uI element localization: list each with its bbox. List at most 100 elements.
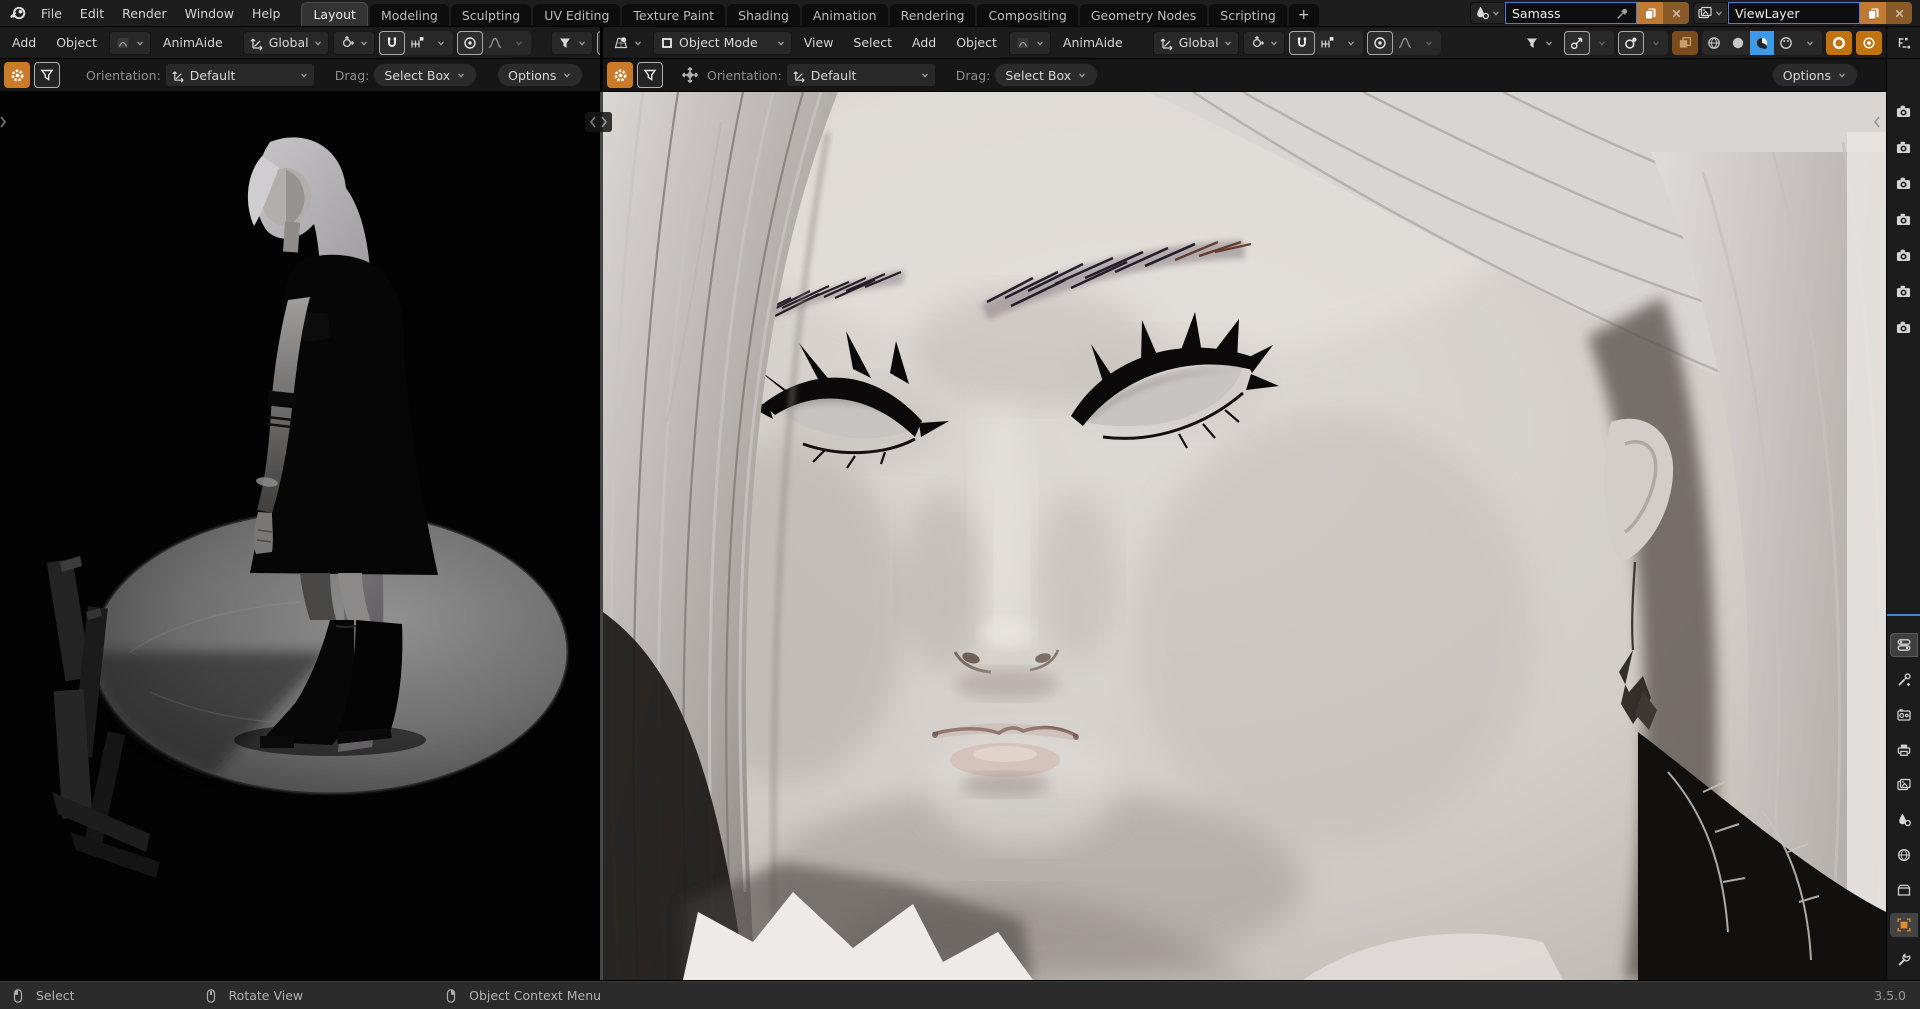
active-tool-button[interactable] bbox=[4, 62, 30, 88]
drag-mode-dropdown[interactable]: Select Box bbox=[373, 63, 478, 87]
delete-view-layer-button[interactable] bbox=[1886, 2, 1912, 24]
snap-toggle[interactable] bbox=[1288, 30, 1315, 55]
menu-animaide[interactable]: AnimAide bbox=[1055, 35, 1131, 50]
menu-add[interactable]: Add bbox=[904, 35, 944, 50]
drag-mode-dropdown[interactable]: Select Box bbox=[994, 63, 1099, 87]
snap-with-button[interactable] bbox=[1315, 31, 1339, 55]
tab-shading[interactable]: Shading bbox=[727, 4, 800, 26]
tab-sculpting[interactable]: Sculpting bbox=[450, 4, 532, 26]
snap-toggle[interactable] bbox=[378, 30, 405, 55]
camera-icon[interactable] bbox=[1895, 103, 1912, 120]
transform-orientation-dropdown[interactable]: Global bbox=[1152, 30, 1239, 55]
camera-icon[interactable] bbox=[1895, 139, 1912, 156]
tab-modifier-properties[interactable] bbox=[1890, 948, 1918, 972]
snapping-dropdown[interactable] bbox=[1339, 31, 1363, 55]
orientation-dropdown[interactable]: Default bbox=[785, 63, 936, 87]
tab-world-properties[interactable] bbox=[1890, 843, 1918, 867]
new-scene-button[interactable] bbox=[1637, 2, 1663, 24]
shading-wireframe-button[interactable] bbox=[1702, 31, 1726, 55]
menu-window[interactable]: Window bbox=[176, 2, 243, 24]
camera-icon[interactable] bbox=[1895, 319, 1912, 336]
proportional-dropdown[interactable] bbox=[1417, 31, 1441, 55]
shading-dropdown[interactable] bbox=[1798, 31, 1822, 55]
camera-icon[interactable] bbox=[1895, 175, 1912, 192]
mode-dropdown[interactable]: Object Mode bbox=[653, 30, 792, 55]
snapping-dropdown[interactable] bbox=[429, 31, 453, 55]
properties-editor-type-button[interactable] bbox=[1889, 633, 1918, 657]
overlays-dropdown[interactable] bbox=[1590, 31, 1614, 55]
viewport-divider[interactable] bbox=[600, 92, 603, 980]
tool-filter-button[interactable] bbox=[34, 62, 60, 88]
tab-tool-properties[interactable] bbox=[1890, 668, 1918, 692]
editor-type-dropdown[interactable] bbox=[607, 31, 649, 55]
proportional-edit-toggle[interactable] bbox=[1366, 30, 1393, 55]
menu-object[interactable]: Object bbox=[48, 35, 105, 50]
region-collapse-toggles[interactable] bbox=[585, 112, 612, 132]
camera-icon[interactable] bbox=[1895, 211, 1912, 228]
pivot-point-dropdown[interactable] bbox=[332, 30, 375, 55]
tab-compositing[interactable]: Compositing bbox=[977, 4, 1078, 26]
tab-rendering[interactable]: Rendering bbox=[889, 4, 976, 26]
proportional-falloff-button[interactable] bbox=[1393, 31, 1417, 55]
shading-rendered-button[interactable] bbox=[1774, 31, 1798, 55]
show-overlays-toggle[interactable] bbox=[596, 30, 600, 55]
proportional-falloff-button[interactable] bbox=[483, 31, 507, 55]
addon-ring-button-1[interactable] bbox=[1826, 30, 1852, 55]
viewport-right-canvas[interactable] bbox=[603, 92, 1886, 980]
proportional-dropdown[interactable] bbox=[507, 31, 531, 55]
menu-object[interactable]: Object bbox=[948, 35, 1005, 50]
shading-solid-button[interactable] bbox=[1726, 31, 1750, 55]
addon-ring-button-2[interactable] bbox=[1856, 30, 1882, 55]
show-gizmos-dropdown[interactable] bbox=[1518, 31, 1560, 55]
toolbar-expand-toggle[interactable] bbox=[0, 114, 8, 130]
add-workspace-button[interactable]: + bbox=[1288, 4, 1319, 26]
tool-filter-button[interactable] bbox=[637, 62, 663, 88]
region-divider-highlight[interactable] bbox=[1887, 614, 1920, 616]
camera-icon[interactable] bbox=[1895, 247, 1912, 264]
tab-uv-editing[interactable]: UV Editing bbox=[533, 4, 621, 26]
transform-orientation-dropdown[interactable]: Global bbox=[242, 30, 329, 55]
tab-view-layer-properties[interactable] bbox=[1890, 773, 1918, 797]
tab-object-properties[interactable] bbox=[1889, 913, 1918, 937]
new-view-layer-button[interactable] bbox=[1860, 2, 1886, 24]
camera-icon[interactable] bbox=[1895, 283, 1912, 300]
options-dropdown[interactable]: Options bbox=[1771, 63, 1858, 87]
tab-layout[interactable]: Layout bbox=[301, 2, 368, 26]
xray-dropdown[interactable] bbox=[1644, 31, 1668, 55]
xray-sphere-toggle[interactable] bbox=[1618, 30, 1644, 55]
shading-material-preview-button[interactable] bbox=[1750, 30, 1774, 55]
active-tool-button[interactable] bbox=[607, 62, 633, 88]
view-layer-name-field[interactable]: ViewLayer bbox=[1728, 2, 1860, 24]
show-overlays-toggle[interactable] bbox=[1564, 30, 1590, 55]
scene-browse-button[interactable] bbox=[1470, 2, 1505, 24]
delete-scene-button[interactable] bbox=[1663, 2, 1689, 24]
blender-logo-icon[interactable] bbox=[6, 3, 30, 23]
outliner-icon[interactable] bbox=[1896, 35, 1912, 51]
menu-render[interactable]: Render bbox=[113, 2, 176, 24]
options-dropdown[interactable]: Options bbox=[497, 63, 584, 87]
menu-animaide[interactable]: AnimAide bbox=[155, 35, 231, 50]
pin-icon[interactable] bbox=[1615, 6, 1630, 21]
orientation-dropdown[interactable]: Default bbox=[164, 63, 315, 87]
tab-animation[interactable]: Animation bbox=[801, 4, 888, 26]
menu-select[interactable]: Select bbox=[845, 35, 900, 50]
show-gizmos-dropdown[interactable] bbox=[550, 30, 593, 55]
menu-help[interactable]: Help bbox=[243, 2, 290, 24]
tool-falloff-dropdown[interactable] bbox=[1008, 30, 1051, 55]
menu-file[interactable]: File bbox=[32, 2, 71, 24]
pivot-point-dropdown[interactable] bbox=[1242, 30, 1285, 55]
snap-with-button[interactable] bbox=[405, 31, 429, 55]
tab-geometry-nodes[interactable]: Geometry Nodes bbox=[1079, 4, 1208, 26]
menu-edit[interactable]: Edit bbox=[71, 2, 113, 24]
tab-output-properties[interactable] bbox=[1890, 738, 1918, 762]
menu-add[interactable]: Add bbox=[4, 35, 44, 50]
tab-modeling[interactable]: Modeling bbox=[369, 4, 449, 26]
tab-collection-properties[interactable] bbox=[1890, 878, 1918, 902]
tab-texture-paint[interactable]: Texture Paint bbox=[622, 4, 726, 26]
tab-scripting[interactable]: Scripting bbox=[1209, 4, 1287, 26]
sidebar-expand-toggle[interactable] bbox=[1872, 114, 1882, 130]
view-layer-browse-button[interactable] bbox=[1693, 2, 1728, 24]
viewport-left-canvas[interactable] bbox=[0, 92, 600, 980]
scene-name-field[interactable]: Samass bbox=[1505, 2, 1637, 24]
tab-render-properties[interactable] bbox=[1890, 703, 1918, 727]
